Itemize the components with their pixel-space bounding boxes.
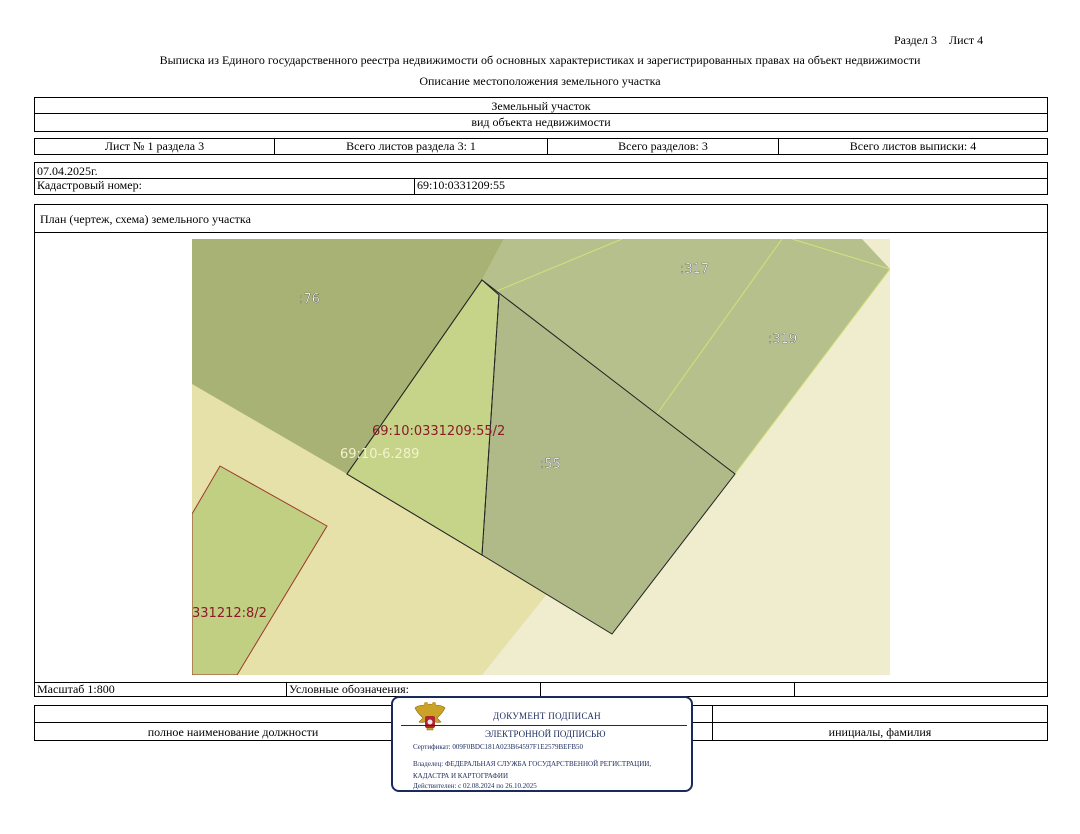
stamp-line2: ЭЛЕКТРОННОЙ ПОДПИСЬЮ <box>485 729 606 739</box>
object-type-caption: вид объекта недвижимости <box>34 114 1048 132</box>
signature-name-cell <box>712 705 1048 723</box>
stamp-certificate: Сертификат: 009F0BDC181A023B64597F1E2579… <box>413 743 584 751</box>
electronic-signature-stamp: ДОКУМЕНТ ПОДПИСАН ЭЛЕКТРОННОЙ ПОДПИСЬЮ С… <box>391 696 693 792</box>
map-scale: Масштаб 1:800 <box>34 682 287 697</box>
stamp-owner: Владелец: ФЕДЕРАЛЬНАЯ СЛУЖБА ГОСУДАРСТВЕ… <box>413 760 652 780</box>
label-331212-8-2: 331212:8/2 <box>192 606 267 621</box>
name-caption: инициалы, фамилия <box>712 722 1048 741</box>
legend-cell <box>794 682 1048 697</box>
total-extract-sheets: Всего листов выписки: 4 <box>778 138 1048 155</box>
label-319: :319 <box>768 332 797 347</box>
plan-heading: План (чертеж, схема) земельного участка <box>40 212 251 226</box>
label-317: :317 <box>680 262 709 277</box>
section-sheet-label: Раздел 3 Лист 4 <box>894 33 984 47</box>
legend-label: Условные обозначения: <box>286 682 541 697</box>
label-76: :76 <box>299 292 320 307</box>
document-subtitle: Описание местоположения земельного участ… <box>419 74 661 88</box>
label-part-55-2: 69:10:0331209:55/2 <box>372 424 505 439</box>
object-type: Земельный участок <box>34 97 1048 114</box>
stamp-line1: ДОКУМЕНТ ПОДПИСАН <box>493 711 601 721</box>
total-sections: Всего разделов: 3 <box>547 138 779 155</box>
cadastral-label: Кадастровый номер: <box>34 178 415 195</box>
total-section-sheets: Всего листов раздела 3: 1 <box>274 138 548 155</box>
extract-date: 07.04.2025г. <box>34 162 1048 179</box>
plan-divider <box>34 232 1048 233</box>
land-plan-map: :76 :317 :319 :55 69:10:0331209:55/2 69:… <box>192 239 890 675</box>
eagle-emblem-icon <box>414 702 446 731</box>
legend-cell <box>540 682 795 697</box>
sheet-of-section: Лист № 1 раздела 3 <box>34 138 275 155</box>
document-title: Выписка из Единого государственного реес… <box>159 53 921 67</box>
cadastral-number: 69:10:0331209:55 <box>414 178 1048 195</box>
stamp-valid: Действителен: с 02.08.2024 по 26.10.2025 <box>413 782 537 790</box>
stamp-divider <box>401 725 687 726</box>
label-55: :55 <box>540 457 561 472</box>
label-zone: 69:10-6.289 <box>340 447 419 462</box>
position-caption: полное наименование должности <box>34 722 432 741</box>
